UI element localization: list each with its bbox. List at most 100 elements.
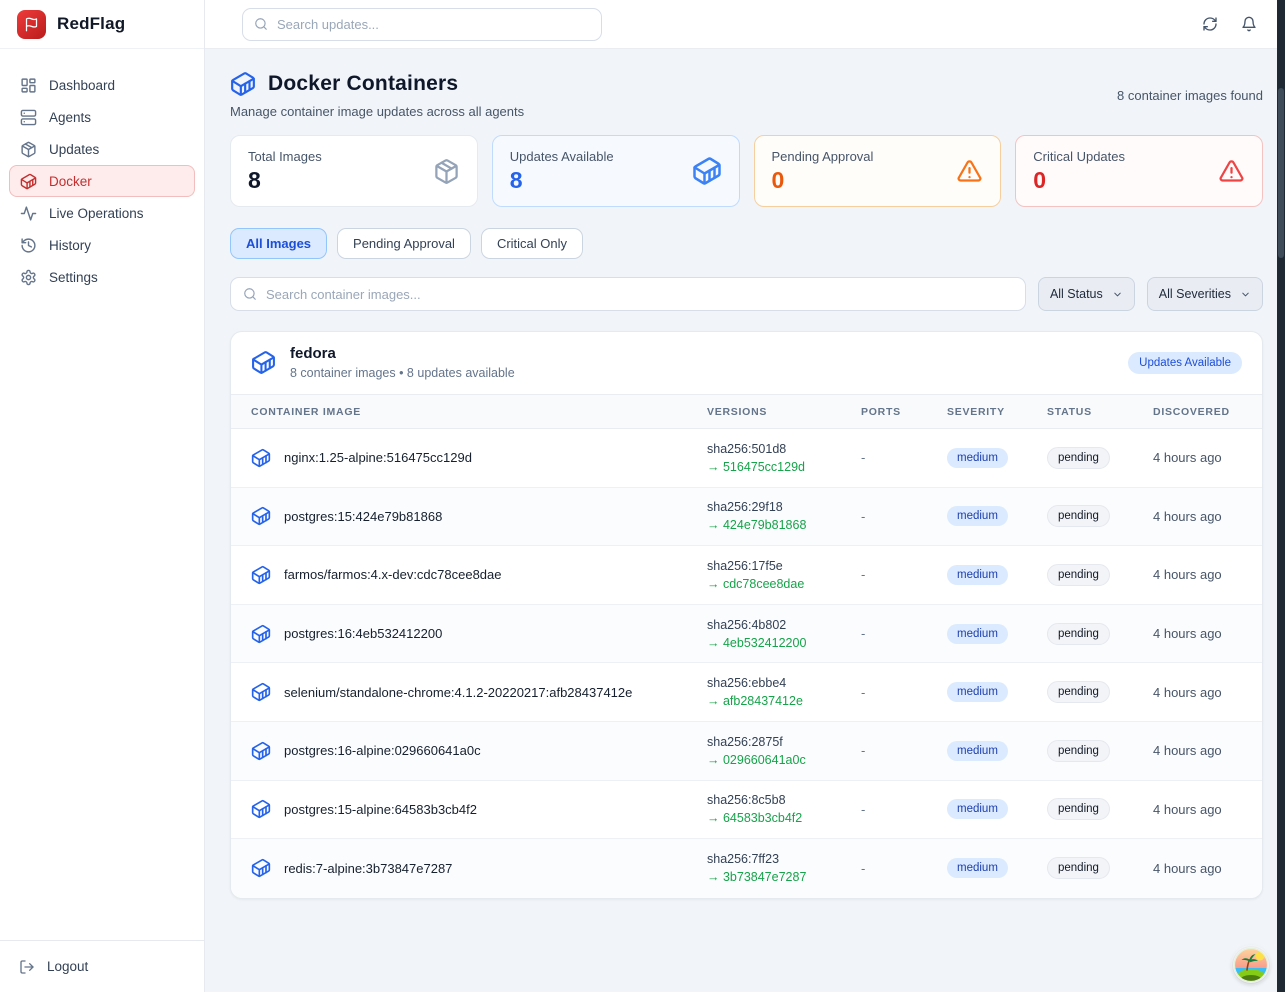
stat-total-images: Total Images 8 <box>230 135 478 207</box>
current-version: sha256:17f5e <box>707 559 861 573</box>
table-row[interactable]: postgres:16-alpine:029660641a0c sha256:2… <box>231 722 1262 781</box>
sidebar-item-live-operations[interactable]: Live Operations <box>9 197 195 229</box>
page-scrollbar[interactable] <box>1277 0 1285 992</box>
severity-filter-select[interactable]: All Severities <box>1147 277 1263 311</box>
image-cell: nginx:1.25-alpine:516475cc129d <box>251 448 707 468</box>
refresh-icon[interactable] <box>1202 16 1218 32</box>
stat-label: Pending Approval <box>772 149 874 164</box>
column-header-discovered: DISCOVERED <box>1153 406 1242 418</box>
severity-cell: medium <box>947 682 1047 702</box>
status-cell: pending <box>1047 857 1153 879</box>
stats-row: Total Images 8 Updates Available 8 Pendi… <box>230 135 1263 207</box>
search-icon <box>254 17 268 31</box>
page-title: Docker Containers <box>268 72 458 96</box>
severity-badge: medium <box>947 506 1008 526</box>
image-search[interactable] <box>230 277 1026 311</box>
status-cell: pending <box>1047 681 1153 703</box>
sidebar-item-label: Dashboard <box>49 78 115 93</box>
current-version: sha256:7ff23 <box>707 852 861 866</box>
versions-cell: sha256:17f5e → cdc78cee8dae <box>707 559 861 591</box>
sidebar-item-updates[interactable]: Updates <box>9 133 195 165</box>
container-icon <box>251 799 271 819</box>
group-summary: 8 container images • 8 updates available <box>290 366 515 380</box>
image-name: nginx:1.25-alpine:516475cc129d <box>284 450 472 465</box>
sidebar-item-label: Agents <box>49 110 91 125</box>
discovered-cell: 4 hours ago <box>1153 861 1242 876</box>
table-row[interactable]: postgres:16:4eb532412200 sha256:4b802 → … <box>231 605 1262 664</box>
brand-header: RedFlag <box>0 0 204 49</box>
discovered-cell: 4 hours ago <box>1153 450 1242 465</box>
page-header-left: Docker Containers Manage container image… <box>230 71 524 119</box>
severity-cell: medium <box>947 506 1047 526</box>
sidebar-item-agents[interactable]: Agents <box>9 101 195 133</box>
ports-cell: - <box>861 861 947 876</box>
status-cell: pending <box>1047 623 1153 645</box>
severity-badge: medium <box>947 565 1008 585</box>
image-name: farmos/farmos:4.x-dev:cdc78cee8dae <box>284 567 502 582</box>
versions-cell: sha256:7ff23 → 3b73847e7287 <box>707 852 861 884</box>
logout-button[interactable]: Logout <box>9 950 195 983</box>
table-row[interactable]: selenium/standalone-chrome:4.1.2-2022021… <box>231 663 1262 722</box>
table-row[interactable]: nginx:1.25-alpine:516475cc129d sha256:50… <box>231 429 1262 488</box>
image-name: postgres:15:424e79b81868 <box>284 509 442 524</box>
filter-tabs: All Images Pending Approval Critical Onl… <box>230 228 1263 259</box>
status-cell: pending <box>1047 740 1153 762</box>
severity-badge: medium <box>947 858 1008 878</box>
sidebar-item-dashboard[interactable]: Dashboard <box>9 69 195 101</box>
group-name: fedora <box>290 345 515 362</box>
container-icon <box>20 173 37 190</box>
container-icon <box>251 682 271 702</box>
versions-cell: sha256:8c5b8 → 64583b3cb4f2 <box>707 793 861 825</box>
package-icon <box>433 158 460 185</box>
sidebar-item-label: Docker <box>49 174 92 189</box>
sidebar-item-docker[interactable]: Docker <box>9 165 195 197</box>
global-search[interactable] <box>242 8 602 41</box>
column-header-versions: VERSIONS <box>707 406 861 418</box>
tab-pending-approval[interactable]: Pending Approval <box>337 228 471 259</box>
versions-cell: sha256:ebbe4 → afb28437412e <box>707 676 861 708</box>
image-name: redis:7-alpine:3b73847e7287 <box>284 861 452 876</box>
status-filter-select[interactable]: All Status <box>1038 277 1135 311</box>
current-version: sha256:4b802 <box>707 618 861 632</box>
status-cell: pending <box>1047 798 1153 820</box>
table-row[interactable]: farmos/farmos:4.x-dev:cdc78cee8dae sha25… <box>231 546 1262 605</box>
sidebar-item-label: Live Operations <box>49 206 144 221</box>
table-row[interactable]: postgres:15-alpine:64583b3cb4f2 sha256:8… <box>231 781 1262 840</box>
image-cell: selenium/standalone-chrome:4.1.2-2022021… <box>251 682 707 702</box>
tab-all-images[interactable]: All Images <box>230 228 327 259</box>
content: Docker Containers Manage container image… <box>205 49 1285 992</box>
table-body: nginx:1.25-alpine:516475cc129d sha256:50… <box>231 429 1262 898</box>
target-version: → cdc78cee8dae <box>707 577 861 591</box>
sidebar-item-settings[interactable]: Settings <box>9 261 195 293</box>
ports-cell: - <box>861 802 947 817</box>
versions-cell: sha256:2875f → 029660641a0c <box>707 735 861 767</box>
discovered-cell: 4 hours ago <box>1153 685 1242 700</box>
sidebar-item-label: Settings <box>49 270 98 285</box>
discovered-cell: 4 hours ago <box>1153 626 1242 641</box>
target-version: → 64583b3cb4f2 <box>707 811 861 825</box>
sidebar-nav: Dashboard Agents Updates Docker Live Ope… <box>0 49 204 293</box>
current-version: sha256:2875f <box>707 735 861 749</box>
table-row[interactable]: postgres:15:424e79b81868 sha256:29f18 → … <box>231 488 1262 547</box>
severity-cell: medium <box>947 741 1047 761</box>
island-icon[interactable] <box>1233 947 1269 983</box>
stat-value: 8 <box>248 167 322 194</box>
chevron-down-icon <box>1112 289 1123 300</box>
image-cell: postgres:16:4eb532412200 <box>251 624 707 644</box>
current-version: sha256:8c5b8 <box>707 793 861 807</box>
versions-cell: sha256:4b802 → 4eb532412200 <box>707 618 861 650</box>
image-search-input[interactable] <box>266 287 1013 302</box>
severity-cell: medium <box>947 799 1047 819</box>
image-group-card: fedora 8 container images • 8 updates av… <box>230 331 1263 899</box>
table-row[interactable]: redis:7-alpine:3b73847e7287 sha256:7ff23… <box>231 839 1262 898</box>
bell-icon[interactable] <box>1241 16 1257 32</box>
tab-critical-only[interactable]: Critical Only <box>481 228 583 259</box>
stat-updates-available: Updates Available 8 <box>492 135 740 207</box>
column-header-severity: SEVERITY <box>947 406 1047 418</box>
image-cell: redis:7-alpine:3b73847e7287 <box>251 858 707 878</box>
image-cell: postgres:16-alpine:029660641a0c <box>251 741 707 761</box>
scrollbar-thumb[interactable] <box>1278 88 1284 258</box>
container-icon <box>251 858 271 878</box>
sidebar-item-history[interactable]: History <box>9 229 195 261</box>
global-search-input[interactable] <box>277 17 590 32</box>
